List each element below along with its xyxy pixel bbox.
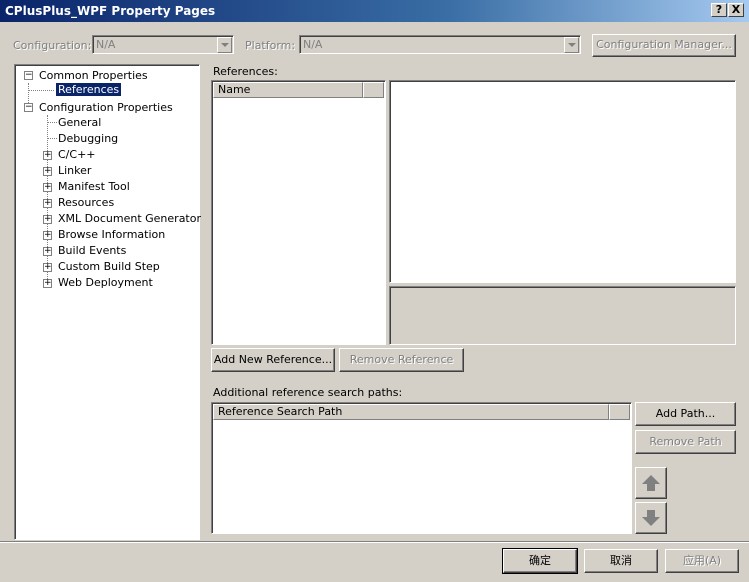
expand-icon[interactable]: +	[43, 199, 52, 208]
move-up-button[interactable]	[635, 467, 667, 499]
title-bar: CPlusPlus_WPF Property Pages ? X	[0, 0, 749, 22]
tree-item-web-deploy[interactable]: Web Deployment	[58, 276, 153, 289]
footer-separator	[0, 541, 749, 543]
platform-combo[interactable]: N/A	[299, 35, 581, 54]
search-paths-label: Additional reference search paths:	[213, 386, 403, 399]
tree-item-custom-build[interactable]: Custom Build Step	[58, 260, 160, 273]
reference-description-pane	[389, 286, 736, 345]
tree-item-resources[interactable]: Resources	[58, 196, 114, 209]
tree-item-linker[interactable]: Linker	[58, 164, 91, 177]
empty-column-header	[363, 82, 384, 98]
configuration-combo[interactable]: N/A	[92, 35, 234, 54]
window-title: CPlusPlus_WPF Property Pages	[5, 4, 216, 18]
apply-button[interactable]: 应用(A)	[665, 549, 739, 573]
tree-item-configuration-properties[interactable]: Configuration Properties	[39, 101, 173, 114]
cancel-button[interactable]: 取消	[584, 549, 658, 573]
configuration-label: Configuration:	[13, 39, 92, 52]
move-down-button[interactable]	[635, 502, 667, 534]
references-list[interactable]: Name	[211, 80, 386, 345]
ok-button[interactable]: 确定	[502, 548, 578, 574]
expand-icon[interactable]: +	[43, 151, 52, 160]
configuration-manager-button[interactable]: Configuration Manager...	[592, 34, 736, 57]
tree-item-manifest-tool[interactable]: Manifest Tool	[58, 180, 130, 193]
arrow-down-icon	[642, 510, 660, 526]
remove-reference-button[interactable]: Remove Reference	[339, 348, 464, 372]
platform-value: N/A	[303, 38, 323, 51]
help-button[interactable]: ?	[711, 3, 727, 17]
tree-item-cpp[interactable]: C/C++	[58, 148, 96, 161]
tree-item-xml-doc[interactable]: XML Document Generator	[58, 212, 201, 225]
expand-icon[interactable]: +	[43, 231, 52, 240]
reference-search-path-header[interactable]: Reference Search Path	[213, 404, 609, 420]
remove-path-button[interactable]: Remove Path	[635, 430, 736, 454]
platform-label: Platform:	[245, 39, 296, 52]
chevron-down-icon	[564, 37, 579, 53]
name-column-header[interactable]: Name	[213, 82, 363, 98]
expand-icon[interactable]: +	[43, 279, 52, 288]
tree-item-build-events[interactable]: Build Events	[58, 244, 126, 257]
tree-item-common-properties[interactable]: Common Properties	[39, 69, 148, 82]
collapse-icon[interactable]: −	[24, 103, 33, 112]
reference-properties-grid[interactable]	[389, 80, 736, 283]
references-label: References:	[213, 65, 278, 78]
expand-icon[interactable]: +	[43, 167, 52, 176]
tree-item-general[interactable]: General	[58, 116, 101, 129]
configuration-value: N/A	[96, 38, 116, 51]
close-button[interactable]: X	[728, 3, 744, 17]
tree-item-browse-info[interactable]: Browse Information	[58, 228, 165, 241]
expand-icon[interactable]: +	[43, 263, 52, 272]
arrow-up-icon	[642, 475, 660, 491]
add-new-reference-button[interactable]: Add New Reference...	[211, 348, 335, 372]
property-tree[interactable]: − Common Properties References − Configu…	[14, 64, 201, 540]
add-path-button[interactable]: Add Path...	[635, 402, 736, 426]
empty-column-header	[609, 404, 630, 420]
expand-icon[interactable]: +	[43, 183, 52, 192]
expand-icon[interactable]: +	[43, 247, 52, 256]
chevron-down-icon	[217, 37, 232, 53]
collapse-icon[interactable]: −	[24, 71, 33, 80]
tree-item-debugging[interactable]: Debugging	[58, 132, 118, 145]
search-paths-list[interactable]: Reference Search Path	[211, 402, 632, 534]
tree-item-references[interactable]: References	[54, 82, 123, 97]
expand-icon[interactable]: +	[43, 215, 52, 224]
